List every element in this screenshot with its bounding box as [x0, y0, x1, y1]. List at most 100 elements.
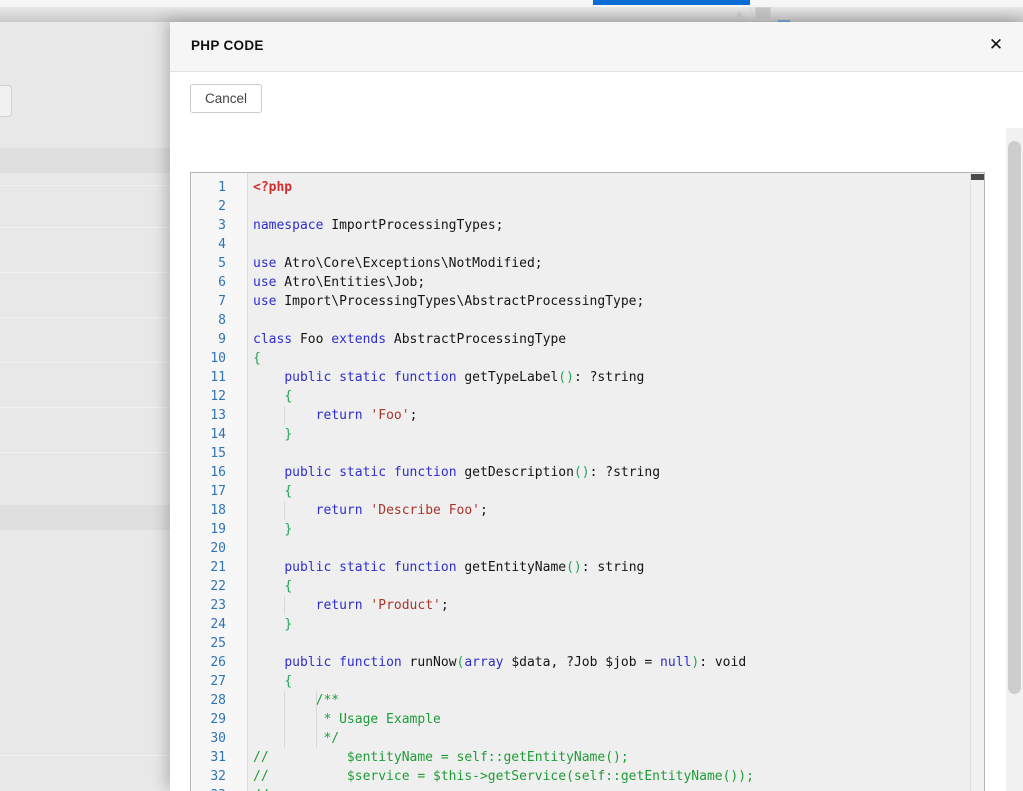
line-number: 17: [191, 482, 247, 501]
line-number: 1: [191, 178, 247, 197]
code-line[interactable]: return 'Foo';: [253, 406, 970, 425]
line-number: 23: [191, 596, 247, 615]
toolbar-divider: [750, 7, 751, 22]
background-row-divider: [0, 407, 170, 408]
editor-scrollbar-track: [970, 173, 984, 791]
line-number: 26: [191, 653, 247, 672]
indent-guide: [284, 691, 285, 710]
code-line[interactable]: // $service = $this->getService(self::ge…: [253, 767, 970, 786]
code-line[interactable]: * Usage Example: [253, 710, 970, 729]
line-number: 28: [191, 691, 247, 710]
code-line[interactable]: {: [253, 387, 970, 406]
background-row-divider: [0, 227, 170, 228]
code-line[interactable]: use Atro\Core\Exceptions\NotModified;: [253, 254, 970, 273]
line-number: 19: [191, 520, 247, 539]
background-cut-button: [0, 85, 12, 117]
code-line[interactable]: <?php: [253, 178, 970, 197]
modal-header: PHP CODE ✕: [170, 22, 1023, 72]
code-line[interactable]: public static function getDescription():…: [253, 463, 970, 482]
indent-guide: [284, 406, 285, 425]
code-editor[interactable]: 1234567891011121314151617181920212223242…: [190, 172, 985, 791]
eject-icon: ▲: [734, 8, 745, 20]
code-line[interactable]: public function runNow(array $data, ?Job…: [253, 653, 970, 672]
code-line[interactable]: {: [253, 672, 970, 691]
line-number: 10: [191, 349, 247, 368]
code-line[interactable]: use Atro\Entities\Job;: [253, 273, 970, 292]
background-row-divider: [0, 452, 170, 453]
code-line[interactable]: // $entityName = self::getEntityName();: [253, 748, 970, 767]
code-line[interactable]: return 'Product';: [253, 596, 970, 615]
line-number: 25: [191, 634, 247, 653]
indent-guide: [316, 691, 317, 710]
modal-scrollbar-thumb[interactable]: [1008, 141, 1021, 694]
modal-scrollbar-track: [1006, 128, 1023, 791]
background-toolbar-band: ▲: [0, 7, 1023, 22]
background-row-divider: [0, 272, 170, 273]
line-number: 13: [191, 406, 247, 425]
line-number: 5: [191, 254, 247, 273]
code-line[interactable]: [253, 634, 970, 653]
code-line[interactable]: [253, 235, 970, 254]
line-number: 29: [191, 710, 247, 729]
code-lines: <?php namespace ImportProcessingTypes; use…: [248, 173, 984, 791]
line-number: 3: [191, 216, 247, 235]
indent-guide: [316, 729, 317, 748]
background-primary-button-edge: [593, 0, 750, 5]
background-row-divider: [0, 755, 170, 756]
copy-icon: [755, 7, 771, 20]
background-row-divider: [0, 185, 170, 186]
line-number: 15: [191, 444, 247, 463]
line-number-gutter: 1234567891011121314151617181920212223242…: [191, 173, 248, 791]
code-line[interactable]: namespace ImportProcessingTypes;: [253, 216, 970, 235]
indent-guide: [284, 710, 285, 729]
code-line[interactable]: }: [253, 425, 970, 444]
code-line[interactable]: [253, 444, 970, 463]
code-line[interactable]: [253, 539, 970, 558]
line-number: 18: [191, 501, 247, 520]
line-number: 9: [191, 330, 247, 349]
code-line[interactable]: //: [253, 786, 970, 791]
line-number: 2: [191, 197, 247, 216]
line-number: 22: [191, 577, 247, 596]
code-area[interactable]: <?php namespace ImportProcessingTypes; use…: [248, 173, 984, 791]
code-line[interactable]: class Foo extends AbstractProcessingType: [253, 330, 970, 349]
indent-guide: [284, 501, 285, 520]
cancel-button[interactable]: Cancel: [190, 84, 262, 113]
background-row-divider: [0, 362, 170, 363]
code-line[interactable]: {: [253, 349, 970, 368]
line-number: 32: [191, 767, 247, 786]
editor-scrollbar-thumb[interactable]: [971, 174, 984, 180]
background-table-header-row: [0, 505, 170, 530]
code-line[interactable]: {: [253, 577, 970, 596]
modal-backdrop-left: [0, 22, 170, 791]
indent-guide: [284, 729, 285, 748]
code-line[interactable]: }: [253, 520, 970, 539]
line-number: 24: [191, 615, 247, 634]
line-number: 33: [191, 786, 247, 791]
close-icon[interactable]: ✕: [983, 32, 1009, 58]
code-line[interactable]: use Import\ProcessingTypes\AbstractProce…: [253, 292, 970, 311]
line-number: 21: [191, 558, 247, 577]
background-row-divider: [0, 317, 170, 318]
line-number: 4: [191, 235, 247, 254]
line-number: 7: [191, 292, 247, 311]
code-line[interactable]: /**: [253, 691, 970, 710]
line-number: 6: [191, 273, 247, 292]
code-line[interactable]: [253, 311, 970, 330]
code-line[interactable]: [253, 197, 970, 216]
code-line[interactable]: return 'Describe Foo';: [253, 501, 970, 520]
line-number: 8: [191, 311, 247, 330]
line-number: 16: [191, 463, 247, 482]
indent-guide: [284, 596, 285, 615]
line-number: 12: [191, 387, 247, 406]
php-code-modal: PHP CODE ✕ Cancel 1234567891011121314151…: [170, 22, 1023, 791]
code-line[interactable]: public static function getTypeLabel(): ?…: [253, 368, 970, 387]
background-top-strip: [0, 0, 1023, 7]
line-number: 14: [191, 425, 247, 444]
code-line[interactable]: }: [253, 615, 970, 634]
code-line[interactable]: {: [253, 482, 970, 501]
indent-guide: [316, 710, 317, 729]
code-line[interactable]: public static function getEntityName(): …: [253, 558, 970, 577]
code-line[interactable]: */: [253, 729, 970, 748]
line-number: 30: [191, 729, 247, 748]
